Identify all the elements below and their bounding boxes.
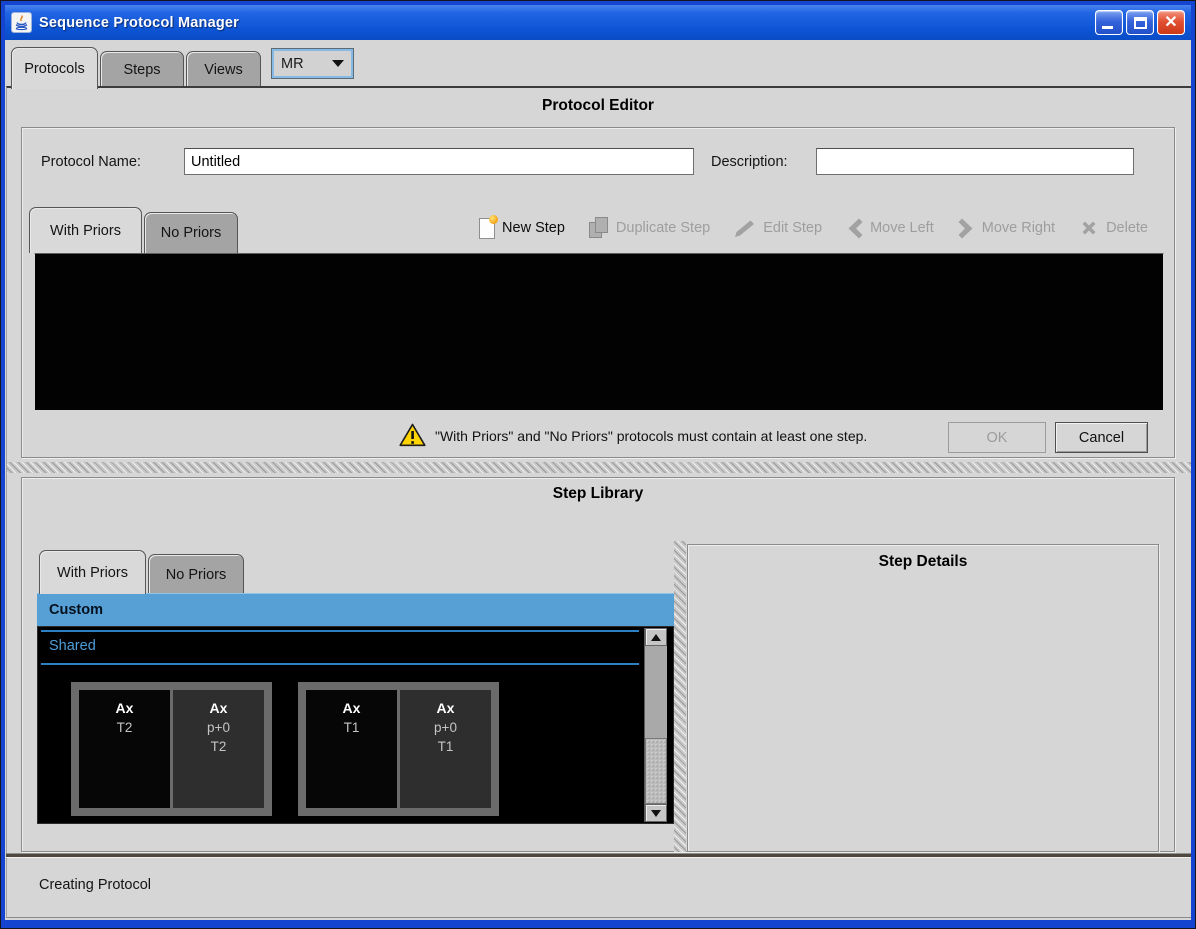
ok-button[interactable]: OK <box>948 422 1046 453</box>
triangle-down-icon <box>651 810 661 817</box>
move-left-button[interactable]: Move Left <box>846 218 934 239</box>
step-toolbar: New Step Duplicate Step Edit Step Move L… <box>431 209 1148 247</box>
shared-section-label: Shared <box>49 638 96 654</box>
scroll-down-button[interactable] <box>645 804 667 822</box>
library-tab-no-priors[interactable]: No Priors <box>148 554 244 594</box>
window-title: Sequence Protocol Manager <box>39 15 239 31</box>
cancel-button[interactable]: Cancel <box>1055 422 1148 453</box>
step-group[interactable]: Ax T2 Ax p+0 T2 <box>71 682 272 816</box>
minimize-icon <box>1102 26 1113 29</box>
chevron-left-icon <box>846 218 863 239</box>
copy-documents-icon <box>589 217 609 239</box>
status-text: Creating Protocol <box>39 877 151 893</box>
duplicate-step-button[interactable]: Duplicate Step <box>589 217 710 239</box>
x-mark-icon <box>1079 218 1099 238</box>
step-tile[interactable]: Ax T1 <box>306 690 397 808</box>
scroll-up-button[interactable] <box>645 628 667 646</box>
java-app-icon <box>11 12 32 33</box>
description-label: Description: <box>711 154 788 170</box>
close-button[interactable]: ✕ <box>1157 10 1185 35</box>
step-tile[interactable]: Ax p+0 T2 <box>173 690 264 808</box>
protocol-name-input[interactable] <box>184 148 694 175</box>
description-input[interactable] <box>816 148 1134 175</box>
step-library-title: Step Library <box>1 485 1195 503</box>
pencil-icon <box>734 219 756 238</box>
tab-views[interactable]: Views <box>186 51 261 87</box>
vertical-split-divider[interactable] <box>674 541 686 852</box>
library-category-header[interactable]: Custom <box>37 593 674 626</box>
step-details-panel <box>687 544 1159 852</box>
tab-steps[interactable]: Steps <box>100 51 184 87</box>
edit-step-button[interactable]: Edit Step <box>734 219 822 238</box>
step-details-title: Step Details <box>687 553 1159 571</box>
triangle-up-icon <box>651 634 661 641</box>
editor-tab-no-priors[interactable]: No Priors <box>144 212 238 253</box>
title-bar[interactable]: Sequence Protocol Manager ✕ <box>5 5 1191 40</box>
protocol-name-label: Protocol Name: <box>41 154 141 170</box>
new-step-button[interactable]: New Step <box>479 218 565 239</box>
step-group[interactable]: Ax T1 Ax p+0 T1 <box>298 682 499 816</box>
step-list-scrollbar[interactable] <box>644 628 666 822</box>
protocol-editor-title: Protocol Editor <box>1 97 1195 115</box>
delete-button[interactable]: Delete <box>1079 218 1148 238</box>
status-bar-divider <box>6 853 1192 858</box>
scrollbar-thumb[interactable] <box>645 738 667 804</box>
scrollbar-track[interactable] <box>645 646 667 738</box>
move-right-button[interactable]: Move Right <box>958 218 1055 239</box>
step-tile[interactable]: Ax T2 <box>79 690 170 808</box>
protocol-steps-canvas[interactable] <box>34 253 1164 411</box>
application-window: Sequence Protocol Manager ✕ Protocols St… <box>0 0 1196 929</box>
editor-tab-with-priors[interactable]: With Priors <box>29 207 142 253</box>
new-document-icon <box>479 218 495 239</box>
maximize-button[interactable] <box>1126 10 1154 35</box>
step-tile[interactable]: Ax p+0 T1 <box>400 690 491 808</box>
horizontal-split-divider[interactable] <box>7 462 1191 473</box>
maximize-icon <box>1134 17 1147 29</box>
shared-section-top-rule <box>41 630 639 632</box>
library-tab-with-priors[interactable]: With Priors <box>39 550 146 594</box>
warning-triangle-icon <box>399 423 426 447</box>
chevron-right-icon <box>958 218 975 239</box>
validation-warning-text: "With Priors" and "No Priors" protocols … <box>435 428 867 444</box>
tab-protocols[interactable]: Protocols <box>11 47 98 89</box>
minimize-button[interactable] <box>1095 10 1123 35</box>
combo-arrow-icon <box>332 60 344 67</box>
shared-section-underline <box>41 663 639 665</box>
modality-select[interactable]: MR <box>271 48 354 79</box>
close-icon: ✕ <box>1158 11 1184 34</box>
